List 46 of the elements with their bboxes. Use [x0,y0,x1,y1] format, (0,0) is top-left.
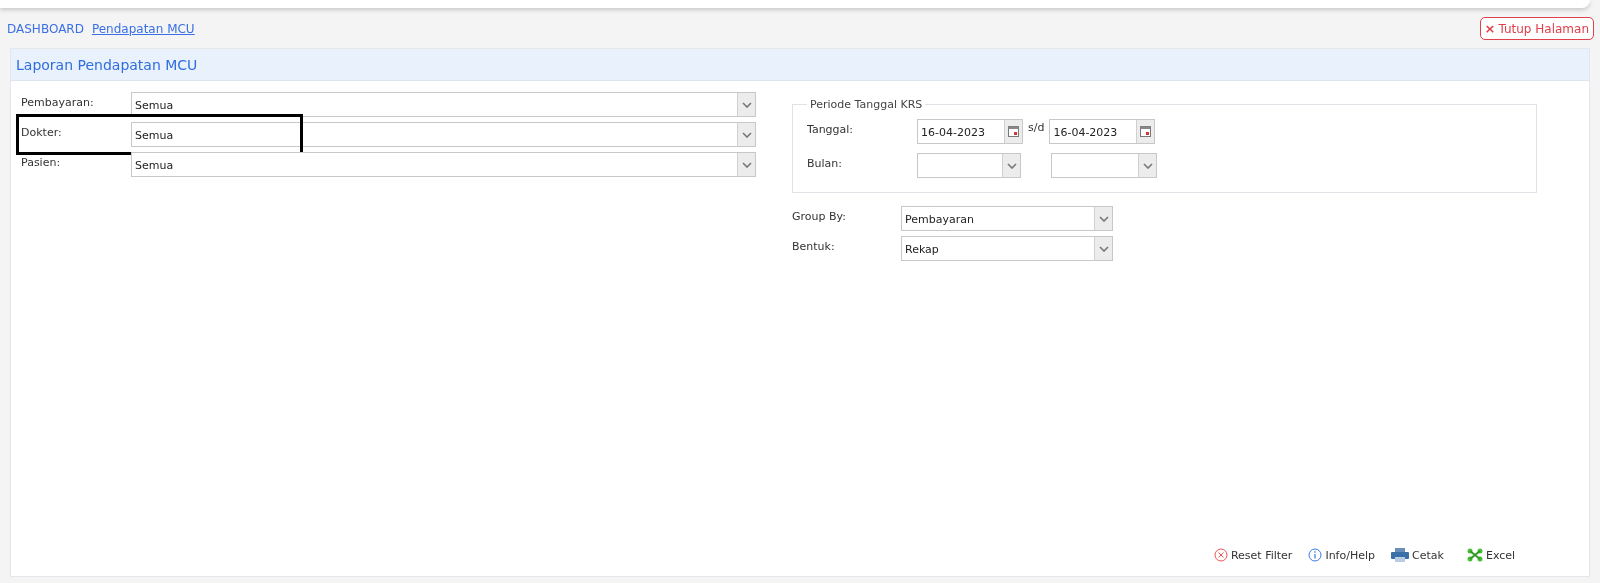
date-value: 16-04-2023 [1052,125,1119,141]
chevron-down-icon [741,131,752,138]
chevron-down-icon [741,161,752,168]
group-legend: Periode Tanggal KRS [807,98,926,111]
info-icon [1308,548,1323,562]
dropdown-field[interactable] [1051,153,1157,178]
field-label: Pembayaran: [21,95,95,109]
printer-icon [1391,548,1409,562]
panel-title: Laporan Pendapatan MCU [16,56,198,73]
excel-icon [1467,548,1483,562]
field-label: Dokter: [21,125,63,139]
breadcrumb-link[interactable]: DASHBOARD [7,21,84,36]
calendar-icon [1140,126,1152,137]
chevron-down-icon [1098,245,1109,252]
dropdown-value: Semua [134,98,175,114]
date-field[interactable]: 16-04-2023 [1049,119,1156,144]
dropdown-field[interactable]: Semua [131,152,756,177]
chevron-down-icon [1098,215,1109,222]
dropdown-field[interactable]: Pembayaran [901,206,1113,231]
chevron-down-icon [1142,162,1153,169]
field-label: Bulan: [807,156,843,170]
close-circle-icon [1213,548,1228,562]
action-link[interactable]: Excel [1467,548,1527,562]
dropdown-value: Rekap [904,242,940,258]
action-link[interactable]: Reset Filter [1213,548,1293,562]
breadcrumb-link[interactable]: Pendapatan MCU [91,21,195,36]
date-value: 16-04-2023 [920,125,986,141]
field-label: Pasien: [21,155,62,169]
dropdown-value: Pembayaran [904,212,975,228]
dropdown-field[interactable] [917,153,1021,178]
action-link[interactable]: Cetak [1391,548,1451,562]
dropdown-field[interactable]: Semua [131,122,756,147]
dropdown-field[interactable]: Semua [131,92,756,117]
field-label: Tanggal: [807,122,855,136]
calendar-icon [1008,126,1019,137]
chevron-down-icon [741,101,752,108]
action-link[interactable]: Info/Help [1308,548,1375,562]
chevron-down-icon [1006,162,1017,169]
field-label: Group By: [792,209,847,223]
field-label: Bentuk: [792,239,836,253]
close-page-button[interactable]: × Tutup Halaman [1479,17,1594,40]
dropdown-value: Semua [134,128,175,144]
range-separator: s/d [1028,121,1045,134]
dropdown-value: Semua [134,158,175,174]
date-field[interactable]: 16-04-2023 [917,119,1023,144]
dropdown-field[interactable]: Rekap [901,236,1113,261]
